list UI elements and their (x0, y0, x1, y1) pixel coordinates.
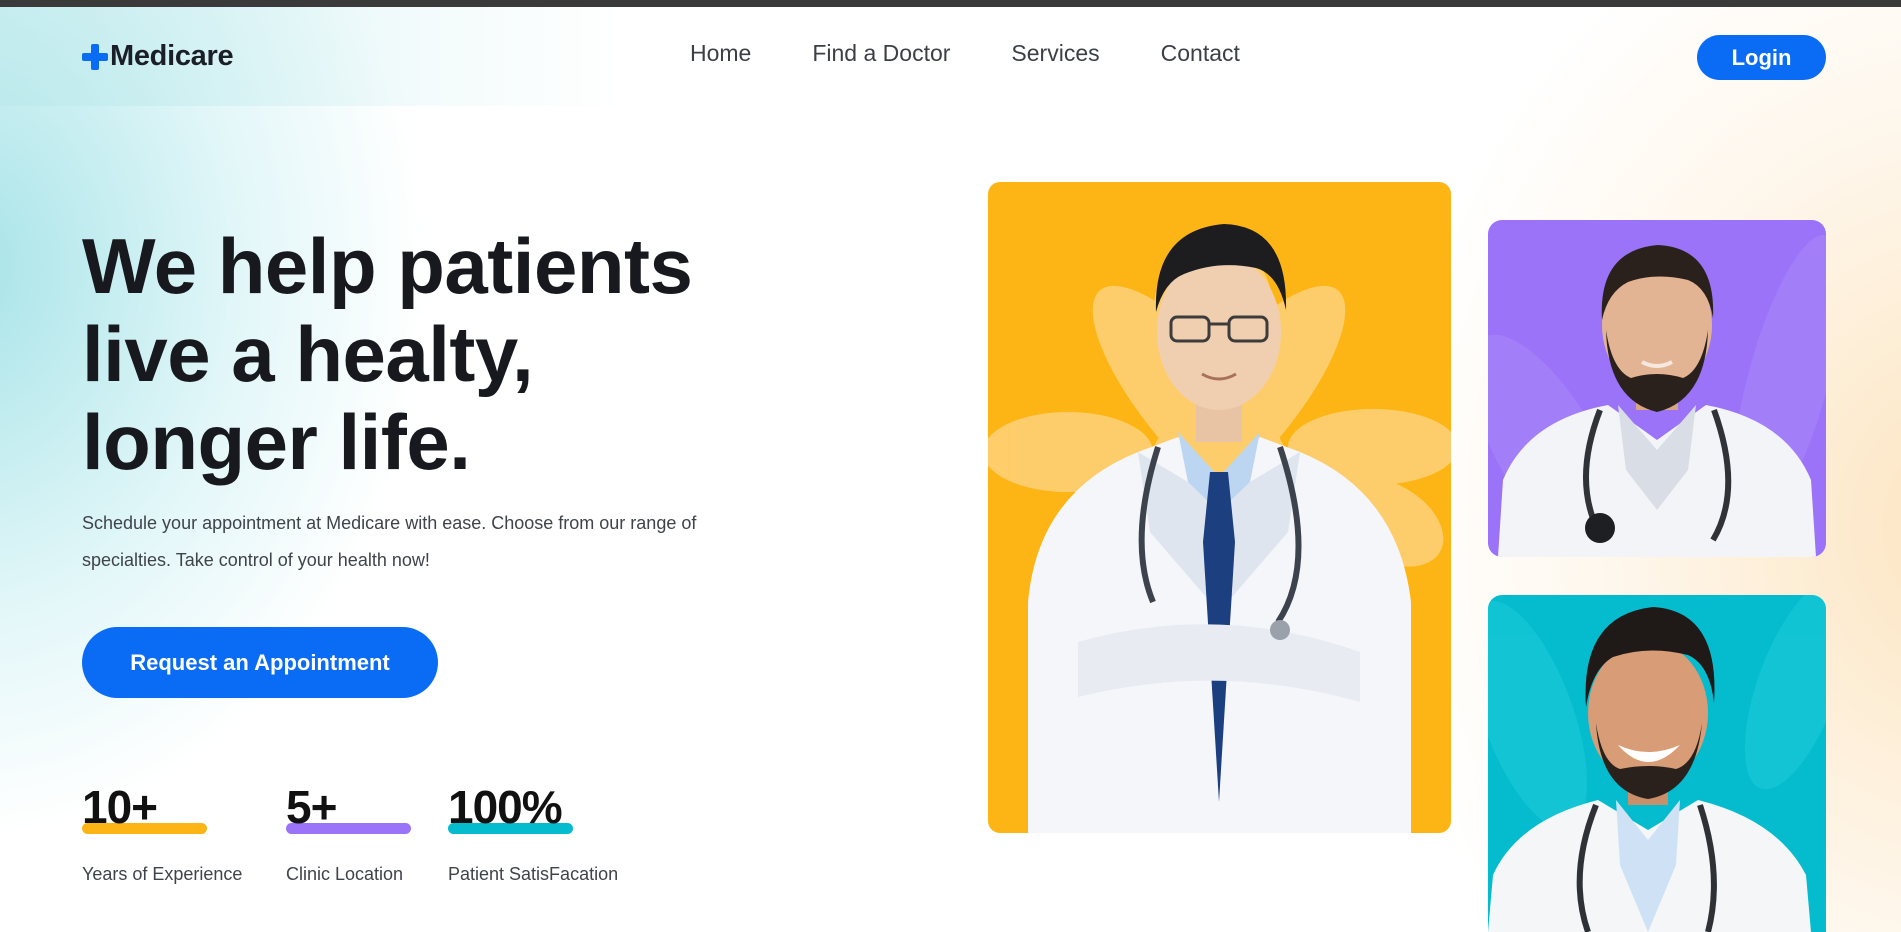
stat-label: Patient SatisFacation (448, 864, 619, 884)
doctor-card-main (988, 182, 1451, 833)
doctor-portrait-2 (1488, 234, 1826, 557)
medical-cross-icon (82, 43, 108, 70)
login-button[interactable]: Login (1697, 35, 1826, 80)
main-nav: Home Find a Doctor Services Contact (690, 40, 1240, 67)
request-appointment-button[interactable]: Request an Appointment (82, 627, 438, 698)
nav-item-contact[interactable]: Contact (1161, 40, 1240, 67)
doctor-portrait-3 (1488, 595, 1826, 932)
hero-title-line: live a healty, (82, 310, 534, 398)
stat-value: 10+ (82, 781, 158, 833)
stat-label: Clinic Location (286, 864, 404, 884)
doctor-card-tertiary (1488, 595, 1826, 932)
stat-value: 5+ (286, 781, 337, 833)
hero-title: We help patients live a healty, longer l… (82, 222, 782, 486)
hero-title-line: longer life. (82, 398, 471, 486)
brand-name: Medicare (110, 40, 234, 72)
stat-clinics: 5+ (286, 781, 337, 833)
stat-value: 100% (448, 781, 563, 833)
doctor-card-secondary (1488, 220, 1826, 557)
window-top-strip (0, 0, 1901, 7)
stat-satisfaction: 100% (448, 781, 563, 833)
stat-label: Years of Experience (82, 864, 243, 884)
hero-description: Schedule your appointment at Medicare wi… (82, 513, 697, 570)
brand-logo[interactable]: Medicare (82, 40, 234, 73)
nav-item-find-a-doctor[interactable]: Find a Doctor (812, 40, 950, 67)
doctor-portrait-1 (988, 224, 1451, 833)
stat-experience: 10+ (82, 781, 158, 833)
nav-item-home[interactable]: Home (690, 40, 751, 67)
hero-title-line: We help patients (82, 222, 693, 310)
nav-item-services[interactable]: Services (1011, 40, 1099, 67)
